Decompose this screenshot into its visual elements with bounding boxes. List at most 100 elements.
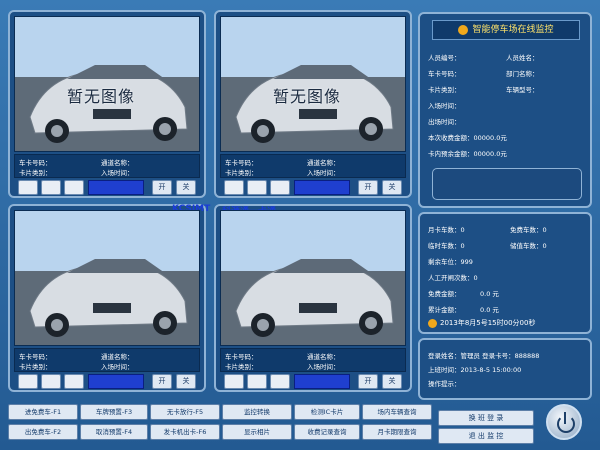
vehicle-info: 车卡号码： 通道名称： 卡片类别： 入场时间： [220,348,406,372]
vehicle-info: 车卡号码： 通道名称： 卡片类别： 入场时间： [14,154,200,178]
free-amount-value: 0.0 元 [480,290,499,298]
monthly-card-expiry-query-button[interactable]: 月卡期限查询 [362,424,432,440]
barrier-gate-icon[interactable] [18,374,38,389]
card-type-label: 卡片类别： [225,363,258,371]
card-type-label: 卡片类别： [225,169,258,177]
car-icon[interactable] [270,180,290,195]
car-icon[interactable] [270,374,290,389]
dispenser-card-out-button[interactable]: 发卡机出卡-F6 [150,424,220,440]
card-reader-icon[interactable] [41,374,61,389]
close-gate-button[interactable]: 关 [176,180,196,195]
total-amount-value: 0.0 元 [480,306,499,314]
shift-time: 上班时间：2013-8-5 15:00:00 [428,366,522,374]
plate-display [294,374,350,389]
plate-label: 车卡号码： [225,353,258,361]
vehicle-info: 车卡号码： 通道名称： 卡片类别： 入场时间： [220,154,406,178]
vehicles-inside-query-button[interactable]: 场内车辆查询 [362,404,432,420]
entry-time-label: 入场时间： [307,363,340,371]
manual-open-count: 人工开闸次数：0 [428,274,478,282]
camera-view: 暂无图像 [14,16,200,152]
stats-panel: 月卡车数：0 免费车数：0 临时车数：0 储值车数：0 剩余车位：999 人工开… [418,212,592,334]
camera-controls: 开 关 [14,180,200,196]
no-image-text: 暂无图像 [273,87,342,106]
message-box [432,168,582,200]
card-type-label: 卡片类别： [19,169,52,177]
entry-time-label: 入场时间： [428,102,461,110]
channel-label: 通道名称： [307,353,340,361]
free-count: 免费车数：0 [510,226,547,234]
close-gate-button[interactable]: 关 [382,374,402,389]
login-user: 登录姓名：管理员 登录卡号：888888 [428,352,540,360]
camera-panel-4: 科源通一卡通 车卡号码： 通道名称： 卡片类别： 入场时间： 开 关 [214,204,412,392]
monitor-switch-button[interactable]: 监控转换 [222,404,292,420]
channel-label: 通道名称： [307,159,340,167]
exit-monitor-button[interactable]: 退 出 监 控 [438,428,534,444]
channel-label: 通道名称： [101,353,134,361]
barrier-gate-icon[interactable] [224,374,244,389]
plate-preset-button[interactable]: 车牌预置-F3 [80,404,148,420]
entry-time-label: 入场时间： [101,363,134,371]
no-card-release-button[interactable]: 无卡放行-F5 [150,404,220,420]
card-reader-icon[interactable] [41,180,61,195]
open-gate-button[interactable]: 开 [152,374,172,389]
shift-login-button[interactable]: 换 班 登 录 [438,410,534,426]
clock-icon [428,318,437,328]
fee-record-query-button[interactable]: 收费记录查询 [294,424,360,440]
open-gate-button[interactable]: 开 [358,180,378,195]
stored-value-count: 储值车数：0 [510,242,547,250]
free-car-out-button[interactable]: 出免费车-F2 [8,424,78,440]
cancel-preset-button[interactable]: 取消预置-F4 [80,424,148,440]
plate-label: 车卡号码： [19,159,52,167]
exit-time-label: 出场时间： [428,118,461,126]
datetime-text: 2013年8月5号15时00分00秒 [440,319,536,327]
card-balance-label: 卡内预余金额：00000.0元 [428,150,507,158]
ic-card-check-button[interactable]: 检测IC卡片 [294,404,360,420]
barrier-gate-icon[interactable] [224,180,244,195]
monitor-panel: 智能停车场在线监控 人员编号： 人员姓名： 车卡号码： 部门名称： 卡片类别： 车辆型… [418,12,592,208]
power-icon[interactable] [546,404,582,440]
no-image-text: 暂无图像 [67,87,136,106]
plate-display [88,374,144,389]
login-panel: 登录姓名：管理员 登录卡号：888888 上班时间：2013-8-5 15:00… [418,338,592,400]
plate-display [88,180,144,195]
show-photo-button[interactable]: 显示相片 [222,424,292,440]
monitor-title-text: 智能停车场在线监控 [472,25,554,35]
person-name-label: 人员姓名： [506,54,539,62]
total-amount-label: 累计金额： [428,306,461,314]
monitor-title: 智能停车场在线监控 [432,20,580,40]
close-gate-button[interactable]: 关 [382,180,402,195]
card-type-label: 卡片类别： [19,363,52,371]
barrier-gate-icon[interactable] [18,180,38,195]
free-car-in-button[interactable]: 进免费车-F1 [8,404,78,420]
channel-label: 通道名称： [101,159,134,167]
car-icon[interactable] [64,374,84,389]
card-reader-icon[interactable] [247,374,267,389]
department-label: 部门名称： [506,70,539,78]
datetime: 2013年8月5号15时00分00秒 [428,318,535,328]
card-reader-icon[interactable] [247,180,267,195]
camera-controls: 开 关 [220,374,406,390]
camera-controls: 开 关 [220,180,406,196]
fee-amount-label: 本次收费金额：00000.0元 [428,134,507,142]
camera-panel-3: KCSIMT 车卡号码： 通道名称： 卡片类别： 入场时间： 开 关 [8,204,210,392]
person-id-label: 人员编号： [428,54,461,62]
entry-time-label: 入场时间： [101,169,134,177]
camera-panel-2: 暂无图像 车卡号码： 通道名称： 卡片类别： 入场时间： 开 关 [214,10,412,198]
camera-controls: 开 关 [14,374,200,390]
temp-count: 临时车数：0 [428,242,465,250]
plate-display [294,180,350,195]
operation-tip: 操作提示： [428,380,461,388]
camera-view [220,210,406,346]
open-gate-button[interactable]: 开 [152,180,172,195]
vehicle-info: 车卡号码： 通道名称： 卡片类别： 入场时间： [14,348,200,372]
vehicle-model-label: 车辆型号： [506,86,539,94]
car-icon[interactable] [64,180,84,195]
close-gate-button[interactable]: 关 [176,374,196,389]
plate-label: 车卡号码： [225,159,258,167]
open-gate-button[interactable]: 开 [358,374,378,389]
camera-view: 暂无图像 [220,16,406,152]
monitor-rows: 人员编号： 人员姓名： 车卡号码： 部门名称： 卡片类别： 车辆型号： 入场时间： 出… [428,52,588,164]
plate-label: 车卡号码： [428,70,461,78]
camera-view [14,210,200,346]
plate-label: 车卡号码： [19,353,52,361]
